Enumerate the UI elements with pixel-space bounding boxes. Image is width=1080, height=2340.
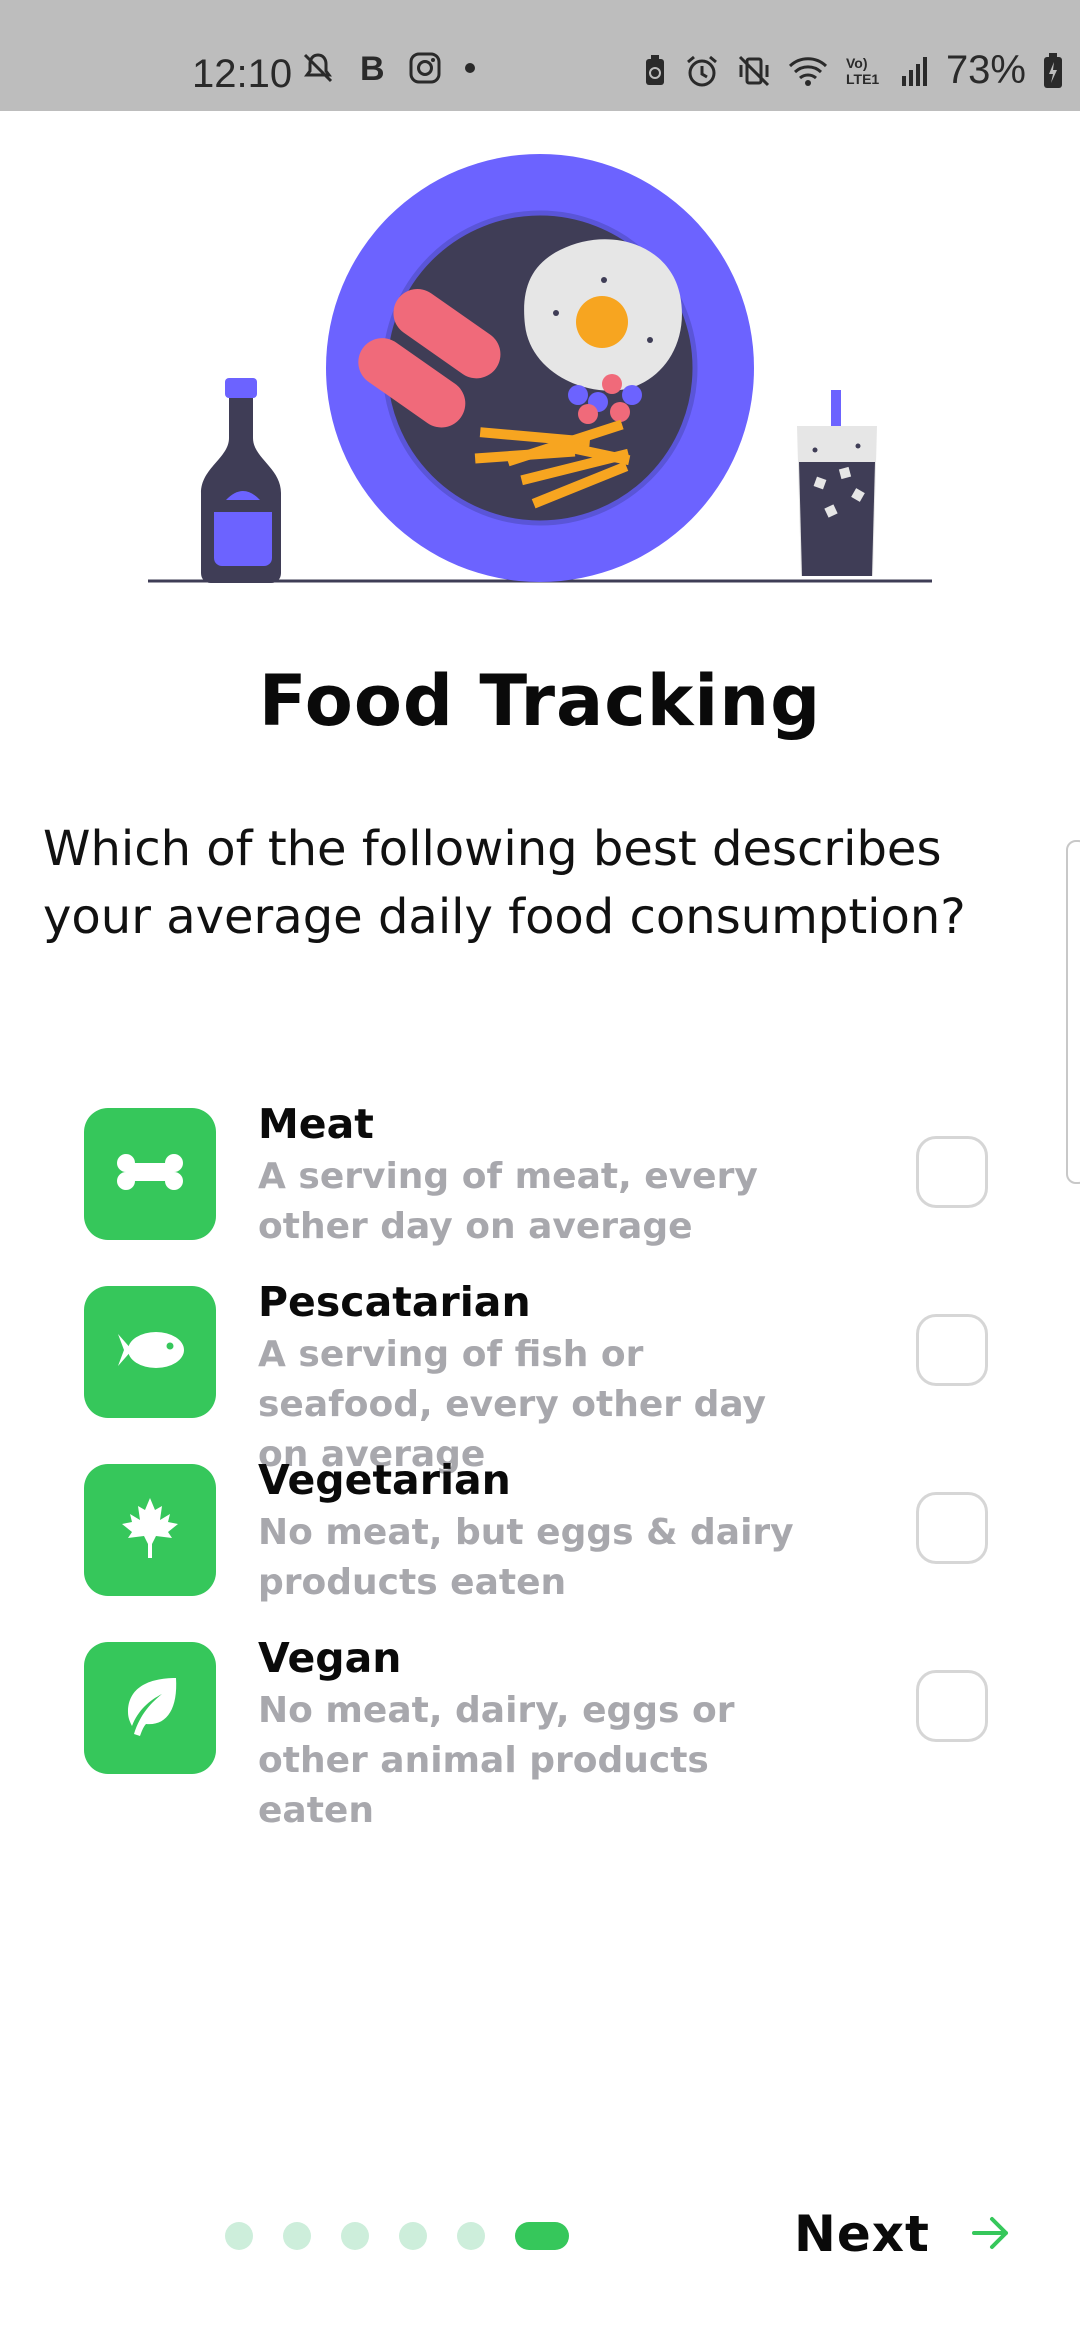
leaf-icon [118, 1674, 182, 1742]
status-bar: 12:10 B Vo) LTE1 73% [0, 0, 1080, 111]
leaf-icon-tile [84, 1642, 216, 1774]
meat-checkbox[interactable] [916, 1136, 988, 1208]
page-dot [457, 2222, 485, 2250]
pescatarian-checkbox[interactable] [916, 1314, 988, 1386]
status-left-icons: B [300, 50, 476, 86]
plate-illustration [326, 154, 754, 582]
page-title: Food Tracking [258, 660, 822, 742]
battery-charging-icon [1042, 52, 1064, 90]
scroll-indicator [1066, 840, 1080, 1184]
volte-icon: Vo) LTE1 [844, 54, 884, 88]
bone-icon [112, 1148, 188, 1200]
more-dot-icon [464, 62, 476, 74]
drink-glass-illustration [797, 390, 877, 576]
alarm-icon [684, 53, 720, 89]
next-label: Next [794, 2205, 930, 2263]
option-description: No meat, dairy, eggs or other animal pro… [258, 1690, 735, 1831]
page-dot [399, 2222, 427, 2250]
fish-icon [114, 1326, 186, 1378]
option-title: Vegan [258, 1634, 402, 1682]
maple-leaf-icon [120, 1496, 180, 1564]
option-title: Vegetarian [258, 1456, 511, 1504]
battery-percentage: 73% [945, 48, 1026, 92]
status-time: 12:10 [192, 52, 293, 96]
notifications-off-icon [300, 50, 336, 86]
option-meat[interactable]: Meat A serving of meat, every other day … [84, 1100, 1004, 1278]
arrow-right-icon [971, 2205, 1012, 2263]
bone-icon-tile [84, 1108, 216, 1240]
signal-icon [900, 54, 930, 88]
svg-text:Vo): Vo) [846, 55, 868, 71]
next-button[interactable]: Next [794, 2205, 1012, 2263]
battery-saver-icon [642, 53, 668, 89]
page-dot-active [515, 2222, 569, 2250]
vegetarian-checkbox[interactable] [916, 1492, 988, 1564]
sauce-bottle-illustration [201, 378, 281, 583]
page-dot [341, 2222, 369, 2250]
svg-text:LTE1: LTE1 [846, 71, 879, 87]
hero-illustration [0, 140, 1080, 600]
wifi-icon [788, 54, 828, 88]
option-description: No meat, but eggs & dairy products eaten [258, 1512, 794, 1603]
question-text: Which of the following best describes yo… [43, 821, 966, 945]
b-app-icon: B [358, 50, 386, 86]
svg-text:B: B [360, 50, 385, 86]
option-title: Pescatarian [258, 1278, 531, 1326]
instagram-icon [408, 51, 442, 85]
page-dot [225, 2222, 253, 2250]
option-title: Meat [258, 1100, 374, 1148]
page-dot [283, 2222, 311, 2250]
option-description: A serving of meat, every other day on av… [258, 1156, 758, 1247]
vegan-checkbox[interactable] [916, 1670, 988, 1742]
option-vegetarian[interactable]: Vegetarian No meat, but eggs & dairy pro… [84, 1456, 1004, 1634]
option-pescatarian[interactable]: Pescatarian A serving of fish or seafood… [84, 1278, 1004, 1475]
maple-leaf-icon-tile [84, 1464, 216, 1596]
vibrate-mute-icon [736, 53, 772, 89]
status-right-icons: Vo) LTE1 73% [642, 48, 1064, 93]
option-vegan[interactable]: Vegan No meat, dairy, eggs or other anim… [84, 1634, 1004, 1831]
diet-options-list: Meat A serving of meat, every other day … [84, 1100, 1004, 1831]
fish-icon-tile [84, 1286, 216, 1418]
page-indicator [225, 2222, 569, 2250]
